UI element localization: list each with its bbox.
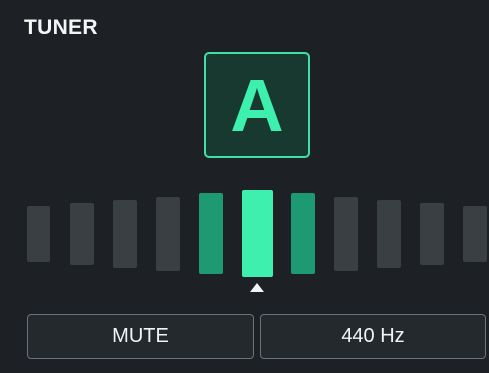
meter-segment bbox=[199, 193, 223, 274]
meter-segment bbox=[463, 206, 487, 262]
tuner-title: TUNER bbox=[24, 16, 98, 39]
pitch-indicator-arrow bbox=[250, 283, 264, 292]
meter-segment bbox=[27, 206, 50, 262]
meter-segment bbox=[291, 193, 315, 274]
meter-segment-center bbox=[242, 190, 273, 277]
meter-segment bbox=[156, 197, 180, 271]
meter-segment bbox=[70, 203, 94, 265]
reference-pitch-button[interactable]: 440 Hz bbox=[260, 314, 486, 359]
note-display: A bbox=[204, 52, 310, 158]
reference-pitch-label: 440 Hz bbox=[341, 325, 405, 347]
mute-button-label: MUTE bbox=[112, 325, 169, 347]
meter-segment bbox=[113, 200, 137, 268]
meter-segment bbox=[377, 200, 401, 268]
meter-segment bbox=[334, 197, 358, 271]
mute-button[interactable]: MUTE bbox=[27, 314, 254, 359]
meter-segment bbox=[420, 203, 444, 265]
note-name: A bbox=[230, 64, 284, 147]
